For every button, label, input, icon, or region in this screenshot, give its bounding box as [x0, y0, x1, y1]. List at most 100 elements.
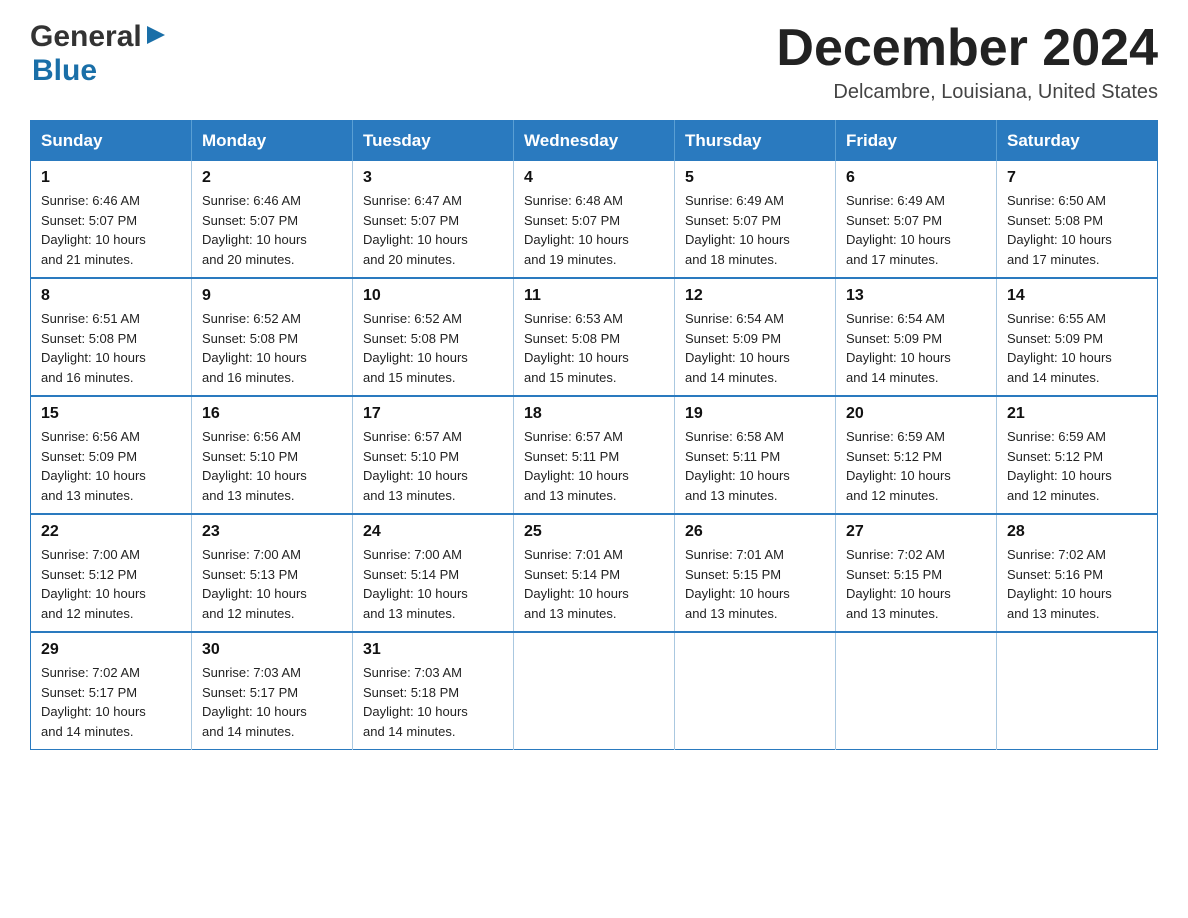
- day-info: Sunrise: 6:46 AM Sunset: 5:07 PM Dayligh…: [202, 191, 342, 269]
- calendar-cell-w2-d4: 11 Sunrise: 6:53 AM Sunset: 5:08 PM Dayl…: [514, 278, 675, 396]
- logo: General Blue: [30, 20, 167, 88]
- day-info: Sunrise: 6:48 AM Sunset: 5:07 PM Dayligh…: [524, 191, 664, 269]
- day-number: 22: [41, 523, 181, 541]
- calendar-table: Sunday Monday Tuesday Wednesday Thursday…: [30, 120, 1158, 750]
- calendar-cell-w4-d7: 28 Sunrise: 7:02 AM Sunset: 5:16 PM Dayl…: [997, 514, 1158, 632]
- day-number: 18: [524, 405, 664, 423]
- title-block: December 2024 Delcambre, Louisiana, Unit…: [776, 20, 1158, 104]
- location-subtitle: Delcambre, Louisiana, United States: [776, 81, 1158, 104]
- calendar-cell-w4-d4: 25 Sunrise: 7:01 AM Sunset: 5:14 PM Dayl…: [514, 514, 675, 632]
- calendar-cell-w1-d2: 2 Sunrise: 6:46 AM Sunset: 5:07 PM Dayli…: [192, 161, 353, 278]
- day-info: Sunrise: 7:00 AM Sunset: 5:14 PM Dayligh…: [363, 545, 503, 623]
- day-info: Sunrise: 6:54 AM Sunset: 5:09 PM Dayligh…: [685, 309, 825, 387]
- day-info: Sunrise: 6:59 AM Sunset: 5:12 PM Dayligh…: [1007, 427, 1147, 505]
- day-number: 24: [363, 523, 503, 541]
- calendar-cell-w2-d3: 10 Sunrise: 6:52 AM Sunset: 5:08 PM Dayl…: [353, 278, 514, 396]
- calendar-cell-w3-d5: 19 Sunrise: 6:58 AM Sunset: 5:11 PM Dayl…: [675, 396, 836, 514]
- calendar-cell-w1-d4: 4 Sunrise: 6:48 AM Sunset: 5:07 PM Dayli…: [514, 161, 675, 278]
- calendar-cell-w1-d7: 7 Sunrise: 6:50 AM Sunset: 5:08 PM Dayli…: [997, 161, 1158, 278]
- calendar-cell-w1-d3: 3 Sunrise: 6:47 AM Sunset: 5:07 PM Dayli…: [353, 161, 514, 278]
- weekday-header-row: Sunday Monday Tuesday Wednesday Thursday…: [31, 121, 1158, 162]
- calendar-week-1: 1 Sunrise: 6:46 AM Sunset: 5:07 PM Dayli…: [31, 161, 1158, 278]
- day-info: Sunrise: 7:02 AM Sunset: 5:17 PM Dayligh…: [41, 663, 181, 741]
- day-number: 12: [685, 287, 825, 305]
- day-info: Sunrise: 6:57 AM Sunset: 5:10 PM Dayligh…: [363, 427, 503, 505]
- logo-triangle-icon: [145, 24, 167, 51]
- calendar-cell-w4-d3: 24 Sunrise: 7:00 AM Sunset: 5:14 PM Dayl…: [353, 514, 514, 632]
- day-number: 2: [202, 169, 342, 187]
- day-info: Sunrise: 6:51 AM Sunset: 5:08 PM Dayligh…: [41, 309, 181, 387]
- day-number: 4: [524, 169, 664, 187]
- calendar-cell-w5-d3: 31 Sunrise: 7:03 AM Sunset: 5:18 PM Dayl…: [353, 632, 514, 750]
- day-info: Sunrise: 6:59 AM Sunset: 5:12 PM Dayligh…: [846, 427, 986, 505]
- day-info: Sunrise: 6:50 AM Sunset: 5:08 PM Dayligh…: [1007, 191, 1147, 269]
- day-number: 31: [363, 641, 503, 659]
- calendar-cell-w3-d4: 18 Sunrise: 6:57 AM Sunset: 5:11 PM Dayl…: [514, 396, 675, 514]
- calendar-cell-w1-d5: 5 Sunrise: 6:49 AM Sunset: 5:07 PM Dayli…: [675, 161, 836, 278]
- calendar-cell-w2-d1: 8 Sunrise: 6:51 AM Sunset: 5:08 PM Dayli…: [31, 278, 192, 396]
- calendar-body: 1 Sunrise: 6:46 AM Sunset: 5:07 PM Dayli…: [31, 161, 1158, 750]
- calendar-cell-w2-d7: 14 Sunrise: 6:55 AM Sunset: 5:09 PM Dayl…: [997, 278, 1158, 396]
- calendar-cell-w4-d5: 26 Sunrise: 7:01 AM Sunset: 5:15 PM Dayl…: [675, 514, 836, 632]
- day-number: 9: [202, 287, 342, 305]
- day-info: Sunrise: 6:46 AM Sunset: 5:07 PM Dayligh…: [41, 191, 181, 269]
- calendar-cell-w5-d7: [997, 632, 1158, 750]
- day-number: 7: [1007, 169, 1147, 187]
- calendar-cell-w1-d6: 6 Sunrise: 6:49 AM Sunset: 5:07 PM Dayli…: [836, 161, 997, 278]
- day-number: 27: [846, 523, 986, 541]
- day-number: 29: [41, 641, 181, 659]
- day-number: 13: [846, 287, 986, 305]
- day-info: Sunrise: 7:03 AM Sunset: 5:18 PM Dayligh…: [363, 663, 503, 741]
- calendar-cell-w3-d7: 21 Sunrise: 6:59 AM Sunset: 5:12 PM Dayl…: [997, 396, 1158, 514]
- day-info: Sunrise: 6:56 AM Sunset: 5:10 PM Dayligh…: [202, 427, 342, 505]
- day-info: Sunrise: 7:01 AM Sunset: 5:15 PM Dayligh…: [685, 545, 825, 623]
- day-number: 19: [685, 405, 825, 423]
- page-header: General Blue December 2024 Delcambre, Lo…: [30, 20, 1158, 104]
- header-wednesday: Wednesday: [514, 121, 675, 162]
- calendar-cell-w2-d5: 12 Sunrise: 6:54 AM Sunset: 5:09 PM Dayl…: [675, 278, 836, 396]
- calendar-cell-w2-d6: 13 Sunrise: 6:54 AM Sunset: 5:09 PM Dayl…: [836, 278, 997, 396]
- day-info: Sunrise: 6:56 AM Sunset: 5:09 PM Dayligh…: [41, 427, 181, 505]
- calendar-week-5: 29 Sunrise: 7:02 AM Sunset: 5:17 PM Dayl…: [31, 632, 1158, 750]
- month-title: December 2024: [776, 20, 1158, 77]
- calendar-cell-w3-d2: 16 Sunrise: 6:56 AM Sunset: 5:10 PM Dayl…: [192, 396, 353, 514]
- day-number: 25: [524, 523, 664, 541]
- calendar-cell-w5-d4: [514, 632, 675, 750]
- header-tuesday: Tuesday: [353, 121, 514, 162]
- day-number: 14: [1007, 287, 1147, 305]
- day-info: Sunrise: 7:02 AM Sunset: 5:16 PM Dayligh…: [1007, 545, 1147, 623]
- header-sunday: Sunday: [31, 121, 192, 162]
- day-info: Sunrise: 6:49 AM Sunset: 5:07 PM Dayligh…: [846, 191, 986, 269]
- header-friday: Friday: [836, 121, 997, 162]
- calendar-cell-w5-d6: [836, 632, 997, 750]
- day-info: Sunrise: 6:52 AM Sunset: 5:08 PM Dayligh…: [202, 309, 342, 387]
- calendar-cell-w3-d1: 15 Sunrise: 6:56 AM Sunset: 5:09 PM Dayl…: [31, 396, 192, 514]
- calendar-cell-w4-d6: 27 Sunrise: 7:02 AM Sunset: 5:15 PM Dayl…: [836, 514, 997, 632]
- logo-general: General: [30, 20, 142, 54]
- day-info: Sunrise: 7:02 AM Sunset: 5:15 PM Dayligh…: [846, 545, 986, 623]
- day-info: Sunrise: 6:58 AM Sunset: 5:11 PM Dayligh…: [685, 427, 825, 505]
- day-number: 26: [685, 523, 825, 541]
- day-number: 8: [41, 287, 181, 305]
- calendar-cell-w5-d2: 30 Sunrise: 7:03 AM Sunset: 5:17 PM Dayl…: [192, 632, 353, 750]
- logo-blue: Blue: [32, 54, 97, 87]
- calendar-cell-w3-d6: 20 Sunrise: 6:59 AM Sunset: 5:12 PM Dayl…: [836, 396, 997, 514]
- day-info: Sunrise: 7:01 AM Sunset: 5:14 PM Dayligh…: [524, 545, 664, 623]
- calendar-header: Sunday Monday Tuesday Wednesday Thursday…: [31, 121, 1158, 162]
- day-number: 6: [846, 169, 986, 187]
- day-info: Sunrise: 6:52 AM Sunset: 5:08 PM Dayligh…: [363, 309, 503, 387]
- day-number: 16: [202, 405, 342, 423]
- day-info: Sunrise: 6:54 AM Sunset: 5:09 PM Dayligh…: [846, 309, 986, 387]
- day-number: 10: [363, 287, 503, 305]
- day-number: 5: [685, 169, 825, 187]
- day-number: 3: [363, 169, 503, 187]
- day-info: Sunrise: 7:03 AM Sunset: 5:17 PM Dayligh…: [202, 663, 342, 741]
- day-info: Sunrise: 6:49 AM Sunset: 5:07 PM Dayligh…: [685, 191, 825, 269]
- day-info: Sunrise: 6:47 AM Sunset: 5:07 PM Dayligh…: [363, 191, 503, 269]
- calendar-week-4: 22 Sunrise: 7:00 AM Sunset: 5:12 PM Dayl…: [31, 514, 1158, 632]
- calendar-cell-w3-d3: 17 Sunrise: 6:57 AM Sunset: 5:10 PM Dayl…: [353, 396, 514, 514]
- calendar-cell-w5-d1: 29 Sunrise: 7:02 AM Sunset: 5:17 PM Dayl…: [31, 632, 192, 750]
- header-thursday: Thursday: [675, 121, 836, 162]
- day-info: Sunrise: 6:55 AM Sunset: 5:09 PM Dayligh…: [1007, 309, 1147, 387]
- day-number: 28: [1007, 523, 1147, 541]
